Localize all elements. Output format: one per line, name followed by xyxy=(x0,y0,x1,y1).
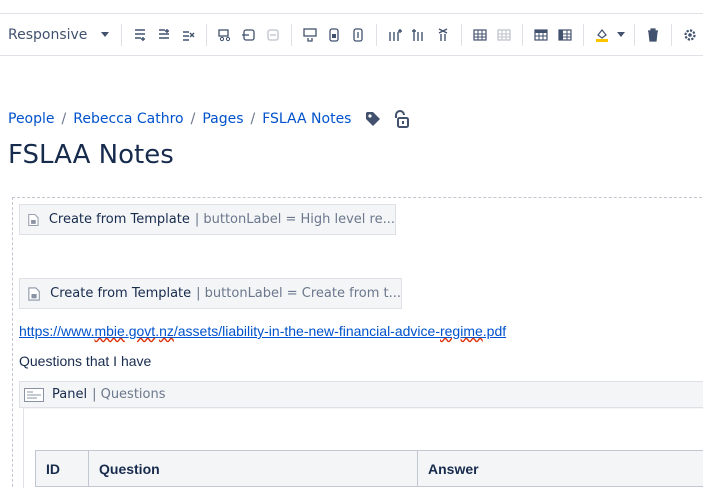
table-header-answer[interactable]: Answer xyxy=(417,450,703,487)
layout-dropdown-label: Responsive xyxy=(8,26,88,43)
cell-color-chevron-down-icon[interactable] xyxy=(615,22,627,48)
table-header-id[interactable]: ID xyxy=(35,450,89,487)
delete-table-icon[interactable] xyxy=(642,22,664,48)
split-cells-icon[interactable] xyxy=(323,22,345,48)
toolbar-divider xyxy=(376,23,377,46)
delete-row-icon[interactable] xyxy=(177,22,199,48)
toolbar-divider xyxy=(206,23,207,46)
copy-row-icon[interactable] xyxy=(238,22,260,48)
panel-macro-name: Panel xyxy=(52,387,88,402)
link-segment-misspelled: regime xyxy=(439,323,483,339)
questions-table[interactable]: ID Question Answer xyxy=(35,450,703,487)
table-properties-icon[interactable] xyxy=(347,22,369,48)
header-row-icon[interactable] xyxy=(469,22,491,48)
breadcrumb-pages[interactable]: Pages xyxy=(202,111,243,127)
insert-column-before-icon[interactable] xyxy=(384,22,406,48)
cell-color-icon[interactable] xyxy=(591,22,613,48)
macro-params: | buttonLabel = High level re... xyxy=(194,212,395,227)
panel-macro-icon xyxy=(24,387,44,402)
label-tag-icon[interactable] xyxy=(365,111,381,127)
editor-content-area[interactable]: Create from Template | buttonLabel = Hig… xyxy=(12,197,703,488)
panel-macro-title: | Questions xyxy=(92,387,166,402)
toolbar-divider xyxy=(291,23,292,46)
macro-name: Create from Template xyxy=(50,286,192,301)
template-macro-icon xyxy=(28,213,39,226)
toolbar-divider xyxy=(634,23,635,46)
link-segment: https://www. xyxy=(19,323,95,339)
breadcrumb-people[interactable]: People xyxy=(8,111,55,127)
table-toolbar: Responsive xyxy=(0,13,703,56)
link-segment: .pdf xyxy=(482,323,507,339)
chevron-down-icon xyxy=(101,32,110,37)
macro-params: | buttonLabel = Create from t... xyxy=(196,286,401,301)
table-header-row: ID Question Answer xyxy=(35,450,703,487)
create-from-template-macro[interactable]: Create from Template | buttonLabel = Cre… xyxy=(19,278,402,309)
link-segment-misspelled: govt xyxy=(128,323,156,339)
breadcrumb-rebecca-cathro[interactable]: Rebecca Cathro xyxy=(73,111,183,127)
delete-column-icon[interactable] xyxy=(432,22,454,48)
breadcrumb-separator: / xyxy=(250,111,256,127)
insert-column-after-icon[interactable] xyxy=(408,22,430,48)
create-from-template-macro[interactable]: Create from Template | buttonLabel = Hig… xyxy=(19,204,396,235)
breadcrumb-fslaa-notes[interactable]: FSLAA Notes xyxy=(262,111,351,127)
table-header-question[interactable]: Question xyxy=(88,450,418,487)
cut-row-icon[interactable] xyxy=(214,22,236,48)
unlock-icon[interactable] xyxy=(393,110,410,128)
toolbar-divider xyxy=(121,23,122,46)
toolbar-divider xyxy=(522,23,523,46)
breadcrumb: People / Rebecca Cathro / Pages / FSLAA … xyxy=(8,110,410,128)
header-column-icon[interactable] xyxy=(493,22,515,48)
questions-paragraph[interactable]: Questions that I have xyxy=(19,353,151,369)
table-layout-icon[interactable] xyxy=(554,22,576,48)
link-segment-misspelled: mbie xyxy=(94,323,125,339)
merge-cells-icon[interactable] xyxy=(299,22,321,48)
toolbar-divider xyxy=(671,23,672,46)
breadcrumb-separator: / xyxy=(190,111,196,127)
pdf-link[interactable]: https://www.mbie.govt.nz/assets/liabilit… xyxy=(19,323,506,339)
settings-icon[interactable] xyxy=(679,22,701,48)
toolbar-divider xyxy=(461,23,462,46)
breadcrumb-separator: / xyxy=(61,111,67,127)
link-segment: /assets/liability-in-the-new-financial-a… xyxy=(173,323,440,339)
macro-name: Create from Template xyxy=(48,212,190,227)
template-macro-icon xyxy=(28,286,40,301)
numbered-table-icon[interactable] xyxy=(530,22,552,48)
panel-macro-header[interactable]: Panel | Questions xyxy=(19,381,703,408)
link-segment-misspelled: nz xyxy=(159,323,174,339)
insert-row-before-icon[interactable] xyxy=(129,22,151,48)
paste-row-icon[interactable] xyxy=(262,22,284,48)
toolbar-divider xyxy=(583,23,584,46)
page-title[interactable]: FSLAA Notes xyxy=(8,140,174,170)
layout-dropdown[interactable]: Responsive xyxy=(0,13,115,56)
insert-row-after-icon[interactable] xyxy=(153,22,175,48)
